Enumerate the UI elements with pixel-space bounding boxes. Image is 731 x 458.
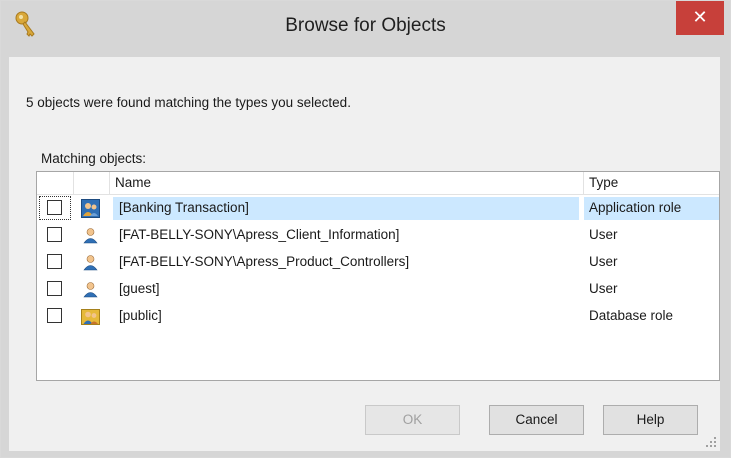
list-header: Name Type [37,172,719,195]
column-separator [73,172,74,194]
row-type: Application role [589,200,682,215]
application-role-icon [81,199,100,218]
row-name: [guest] [119,281,160,296]
row-type: User [589,227,618,242]
database-role-icon [81,309,100,325]
row-name: [Banking Transaction] [119,200,249,215]
column-header-name[interactable]: Name [115,175,151,190]
list-item[interactable]: [FAT-BELLY-SONY\Apress_Client_Informatio… [37,222,719,249]
close-button[interactable]: ✕ [676,1,724,35]
resize-grip-icon[interactable] [705,436,717,448]
matching-objects-list[interactable]: Name Type [Banking Transaction] Applicat… [36,171,720,381]
row-name: [public] [119,308,162,323]
list-item[interactable]: [Banking Transaction] Application role [37,195,719,222]
dialog-body: 5 objects were found matching the types … [9,57,720,451]
row-checkbox[interactable] [47,200,62,215]
result-message: 5 objects were found matching the types … [26,95,351,110]
user-icon [83,282,98,298]
row-type: Database role [589,308,674,323]
user-icon [83,255,98,271]
title-bar[interactable]: Browse for Objects ✕ [1,1,730,57]
dialog-title: Browse for Objects [285,15,446,36]
user-icon [83,228,98,244]
list-item[interactable]: [guest] User [37,276,719,303]
row-type: User [589,281,618,296]
ok-button[interactable]: OK [365,405,460,435]
column-header-type[interactable]: Type [589,175,618,190]
row-name: [FAT-BELLY-SONY\Apress_Product_Controlle… [119,254,410,269]
list-item[interactable]: [FAT-BELLY-SONY\Apress_Product_Controlle… [37,249,719,276]
row-checkbox[interactable] [47,281,62,296]
column-separator [583,172,584,194]
column-separator [109,172,110,194]
cancel-button[interactable]: Cancel [489,405,584,435]
help-button[interactable]: Help [603,405,698,435]
matching-objects-label: Matching objects: [41,151,147,166]
row-checkbox[interactable] [47,227,62,242]
row-checkbox[interactable] [47,254,62,269]
list-item[interactable]: [public] Database role [37,303,719,330]
row-checkbox[interactable] [47,308,62,323]
row-type: User [589,254,618,269]
row-name: [FAT-BELLY-SONY\Apress_Client_Informatio… [119,227,400,242]
browse-for-objects-dialog: Browse for Objects ✕ 5 objects were foun… [0,0,731,458]
